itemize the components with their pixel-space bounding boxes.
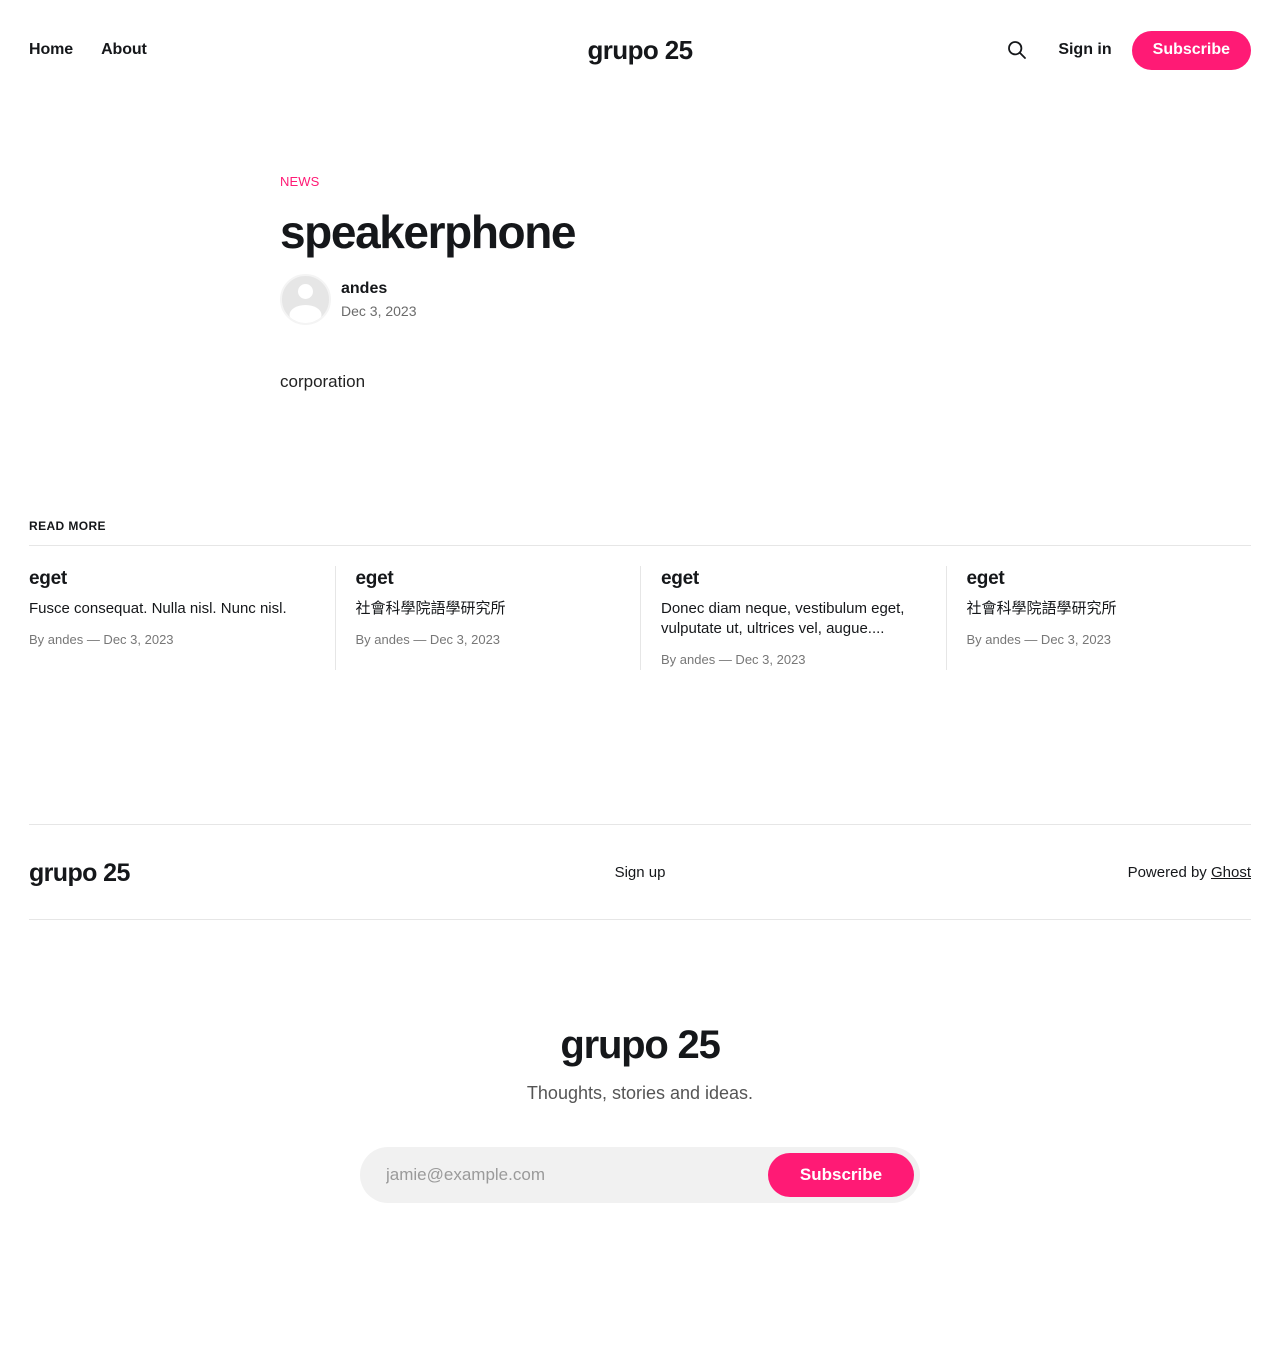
search-button[interactable] xyxy=(1006,39,1028,61)
post-article: NEWS speakerphone andes Dec 3, 2023 corp… xyxy=(280,172,1000,394)
header-actions: Sign in Subscribe xyxy=(1006,30,1251,70)
card-meta: By andes — Dec 3, 2023 xyxy=(661,652,806,667)
powered-by: Powered by Ghost xyxy=(1128,863,1251,883)
post-date: Dec 3, 2023 xyxy=(341,302,417,319)
ghost-link[interactable]: Ghost xyxy=(1211,864,1251,881)
read-more-card[interactable]: eget Donec diam neque, vestibulum eget, … xyxy=(640,566,946,670)
post-content: corporation xyxy=(280,372,366,391)
card-excerpt: Donec diam neque, vestibulum eget, vulpu… xyxy=(661,600,905,637)
card-meta: By andes — Dec 3, 2023 xyxy=(355,632,501,647)
card-title[interactable]: eget xyxy=(661,566,926,592)
card-meta: By andes — Dec 3, 2023 xyxy=(29,632,174,647)
read-more-card[interactable]: eget 社會科學院語學研究所 By andes — Dec 3, 2023 xyxy=(945,566,1252,670)
author-meta: andes Dec 3, 2023 xyxy=(341,279,417,321)
sign-in-link[interactable]: Sign in xyxy=(1058,40,1111,60)
card-title[interactable]: eget xyxy=(356,566,621,592)
subscribe-form: Subscribe xyxy=(360,1147,920,1203)
post-tag[interactable]: NEWS xyxy=(280,172,1000,192)
read-more-section: READ MORE eget Fusce consequat. Nulla ni… xyxy=(29,516,1251,670)
read-more-grid: eget Fusce consequat. Nulla nisl. Nunc n… xyxy=(29,566,1251,670)
post-byline: andes Dec 3, 2023 xyxy=(280,274,1000,325)
subscribe-cta: grupo 25 Thoughts, stories and ideas. Su… xyxy=(0,1020,1280,1203)
post-title: speakerphone xyxy=(280,206,576,258)
card-title[interactable]: eget xyxy=(967,566,1232,592)
author-name[interactable]: andes xyxy=(341,279,417,299)
search-icon xyxy=(1008,41,1027,59)
cta-title: grupo 25 xyxy=(560,1023,721,1067)
cta-subscribe-button[interactable]: Subscribe xyxy=(768,1153,914,1197)
footer-nav: Sign up xyxy=(29,863,1251,883)
read-more-card[interactable]: eget 社會科學院語學研究所 By andes — Dec 3, 2023 xyxy=(334,566,641,670)
powered-by-prefix: Powered by xyxy=(1127,864,1211,881)
cta-description: Thoughts, stories and ideas. xyxy=(526,1083,754,1103)
footer-signup-link[interactable]: Sign up xyxy=(615,864,666,881)
author-avatar[interactable] xyxy=(280,274,331,325)
card-title[interactable]: eget xyxy=(29,566,315,592)
card-excerpt: 社會科學院語學研究所 xyxy=(355,600,506,617)
read-more-card[interactable]: eget Fusce consequat. Nulla nisl. Nunc n… xyxy=(29,566,335,670)
read-more-heading: READ MORE xyxy=(29,516,1251,546)
card-excerpt: 社會科學院語學研究所 xyxy=(966,600,1117,617)
email-input[interactable] xyxy=(386,1147,756,1203)
card-excerpt: Fusce consequat. Nulla nisl. Nunc nisl. xyxy=(29,600,287,617)
user-icon xyxy=(289,284,322,323)
card-meta: By andes — Dec 3, 2023 xyxy=(966,632,1112,647)
site-header: Home About grupo 25 Sign in Subscribe xyxy=(0,0,1280,100)
header-subscribe-button[interactable]: Subscribe xyxy=(1131,30,1251,70)
site-footer: grupo 25 Sign up Powered by Ghost xyxy=(29,824,1251,920)
